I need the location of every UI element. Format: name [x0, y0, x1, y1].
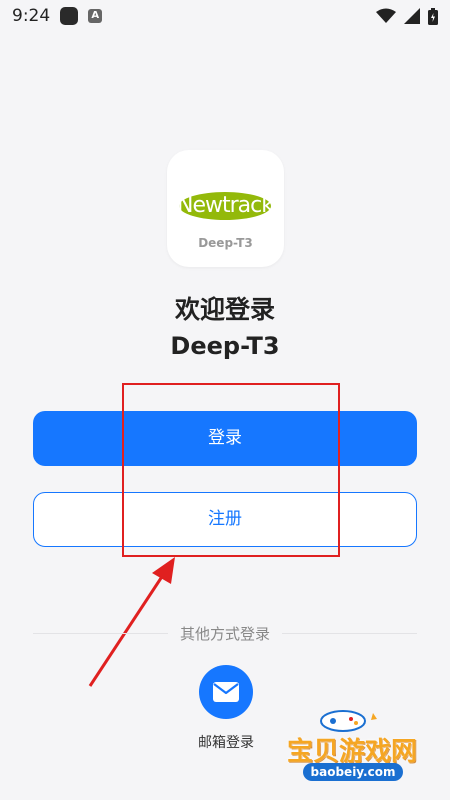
other-methods-label: 其他方式登录: [180, 624, 271, 643]
divider-line-left: [33, 632, 168, 634]
mail-icon: [213, 682, 239, 702]
site-watermark: 宝贝游戏网 baobeiy.com: [277, 705, 427, 785]
watermark-url: baobeiy.com: [303, 763, 403, 781]
email-login-button[interactable]: [199, 665, 253, 719]
divider-line-right: [282, 632, 418, 634]
email-login-label[interactable]: 邮箱登录: [176, 732, 276, 752]
other-methods-divider: 其他方式登录: [33, 622, 418, 644]
